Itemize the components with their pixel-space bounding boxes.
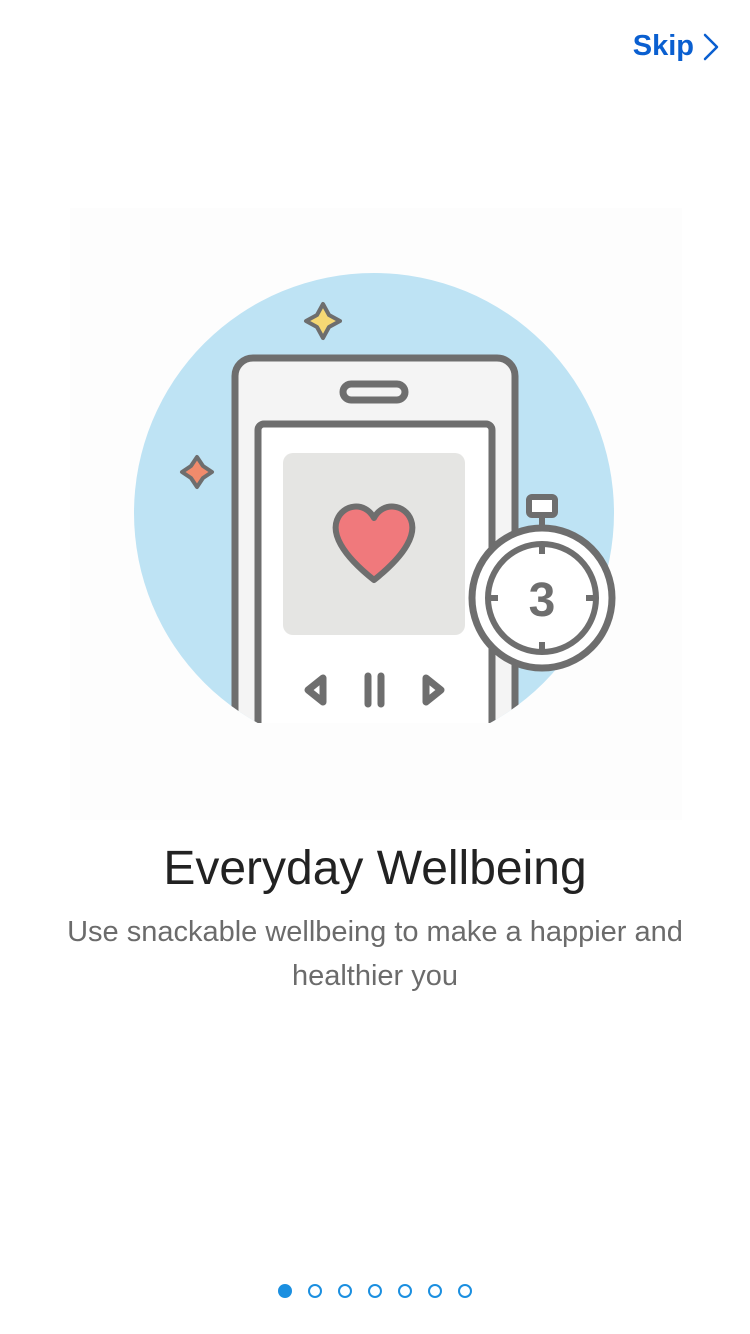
page-title: Everyday Wellbeing (163, 842, 587, 895)
page-indicator (0, 1284, 750, 1298)
page-dot-7[interactable] (458, 1284, 472, 1298)
page-dot-5[interactable] (398, 1284, 412, 1298)
skip-label: Skip (632, 30, 694, 62)
page-dot-2[interactable] (308, 1284, 322, 1298)
page-dot-6[interactable] (428, 1284, 442, 1298)
timer-number: 3 (529, 574, 556, 627)
skip-button[interactable]: Skip (633, 30, 720, 63)
page-dot-1[interactable] (278, 1284, 292, 1298)
chevron-right-icon (703, 33, 719, 60)
page-dot-4[interactable] (368, 1284, 382, 1298)
page-dot-3[interactable] (338, 1284, 352, 1298)
page-subtitle: Use snackable wellbeing to make a happie… (67, 916, 683, 992)
wellbeing-illustration: 3 (70, 273, 682, 820)
onboarding-illustration: 3 (70, 208, 682, 820)
